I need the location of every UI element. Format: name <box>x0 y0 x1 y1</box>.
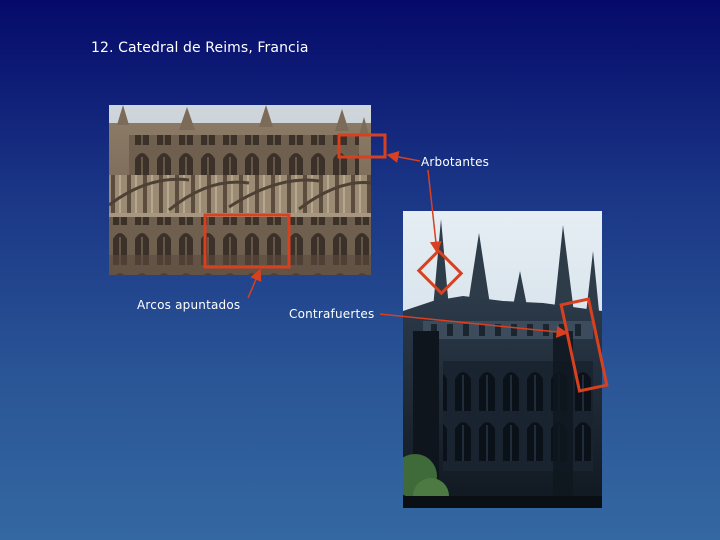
label-arbotantes: Arbotantes <box>421 155 490 169</box>
slide-title: 12. Catedral de Reims, Francia <box>91 40 309 56</box>
cathedral-photo-spires <box>403 211 602 508</box>
arrow-arbotantes-top <box>386 151 421 163</box>
label-contrafuertes: Contrafuertes <box>289 307 375 321</box>
label-arcos-apuntados: Arcos apuntados <box>137 298 241 312</box>
cathedral-photo-exterior <box>109 105 371 275</box>
